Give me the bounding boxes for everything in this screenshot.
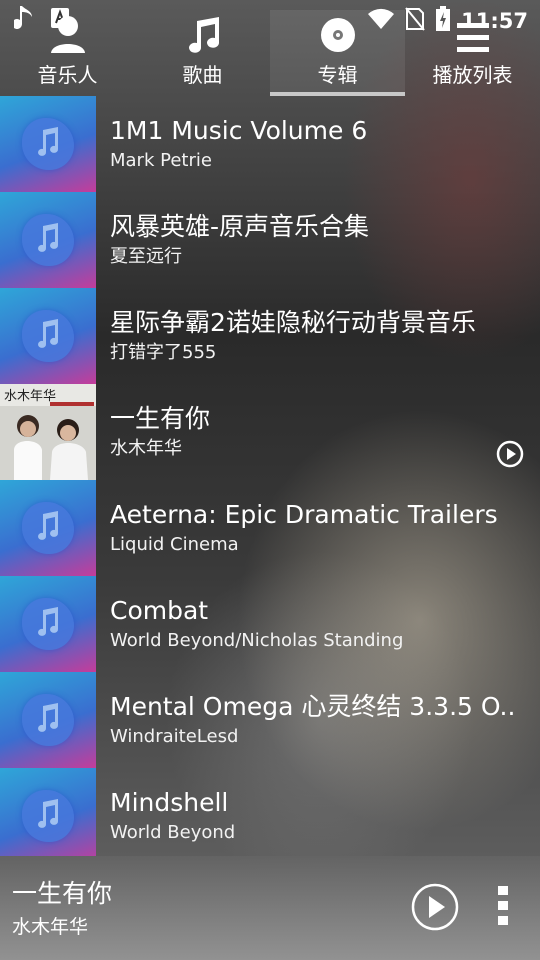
music-note-icon [35,319,61,353]
list-item[interactable]: Mindshell World Beyond [0,768,540,856]
album-artist: World Beyond [110,822,236,843]
now-playing-title: 一生有你 [12,879,113,908]
album-artist: 夏至远行 [110,246,182,267]
album-title: 风暴英雄-原声音乐合集 [110,212,370,241]
list-item[interactable]: 风暴英雄-原声音乐合集 夏至远行 [0,192,540,288]
album-artist: WindraiteLesd [110,726,239,747]
cover-caption: 水木年华 [4,389,56,404]
music-note-icon [35,799,61,833]
now-playing-bar[interactable]: 一生有你 水木年华 [0,856,540,960]
tab-bar: 音乐人 歌曲 专辑 播放列表 [0,10,540,96]
tab-artists[interactable]: 音乐人 [0,10,135,96]
playlist-icon [455,13,491,53]
music-note-icon [35,511,61,545]
music-note-icon [35,607,61,641]
album-cover [0,96,96,192]
disc-icon [320,13,356,53]
album-artist: World Beyond/Nicholas Standing [110,630,404,651]
list-item[interactable]: 1M1 Music Volume 6 Mark Petrie [0,96,540,192]
album-cover [0,480,96,576]
list-item[interactable]: 星际争霸2诺娃隐秘行动背景音乐 打错字了555 [0,288,540,384]
tab-songs[interactable]: 歌曲 [135,10,270,96]
tab-playlists[interactable]: 播放列表 [405,10,540,96]
list-item[interactable]: Combat World Beyond/Nicholas Standing [0,576,540,672]
tab-albums[interactable]: 专辑 [270,10,405,96]
now-playing-artist: 水木年华 [12,916,89,938]
album-cover [0,576,96,672]
album-artist: 打错字了555 [110,342,217,363]
album-cover [0,672,96,768]
music-note-icon [185,13,221,53]
album-artist: 水木年华 [110,438,182,459]
music-note-icon [35,127,61,161]
album-cover [0,768,96,856]
music-note-icon [35,703,61,737]
list-item[interactable]: Mental Omega 心灵终结 3.3.5 O.. WindraiteLes… [0,672,540,768]
tab-label: 播放列表 [432,63,513,87]
tab-label: 歌曲 [182,63,223,87]
music-note-icon [35,223,61,257]
play-button[interactable] [411,883,459,935]
album-cover [0,192,96,288]
play-circle-icon[interactable] [496,440,524,472]
album-title: 一生有你 [110,404,211,433]
album-title: Mental Omega 心灵终结 3.3.5 O.. [110,692,516,721]
album-cover-photo: 水木年华 [0,384,96,480]
album-title: Combat [110,596,209,625]
more-options-icon[interactable] [496,886,510,930]
album-list[interactable]: 1M1 Music Volume 6 Mark Petrie 风暴英雄-原声音乐… [0,96,540,856]
list-item[interactable]: Aeterna: Epic Dramatic Trailers Liquid C… [0,480,540,576]
list-item[interactable]: 水木年华 一生有你 水木年华 [0,384,540,480]
album-artist: Liquid Cinema [110,534,239,555]
album-title: 1M1 Music Volume 6 [110,116,368,145]
tab-label: 专辑 [317,63,358,87]
tab-label: 音乐人 [37,63,98,87]
album-title: Mindshell [110,788,229,817]
album-title: 星际争霸2诺娃隐秘行动背景音乐 [110,308,476,337]
album-artist: Mark Petrie [110,150,212,171]
album-cover [0,288,96,384]
artist-icon [50,13,86,53]
album-title: Aeterna: Epic Dramatic Trailers [110,500,498,529]
